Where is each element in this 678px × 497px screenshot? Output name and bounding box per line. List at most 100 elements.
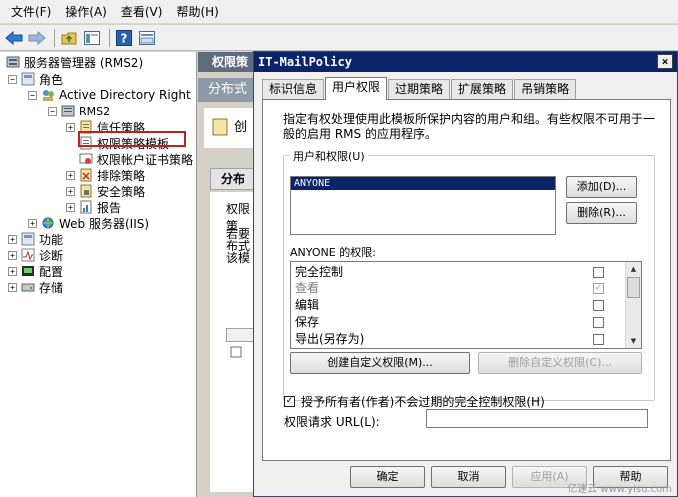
permission-row[interactable]: 保存 xyxy=(295,314,625,331)
properties-icon[interactable] xyxy=(137,28,157,48)
url-label: 权限请求 URL(L): xyxy=(284,415,380,429)
permissions-label: ANYONE 的权限: xyxy=(290,246,376,259)
tree-item-adrms[interactable]: − Active Directory Right xyxy=(28,87,191,103)
menu-file[interactable]: 文件(F) xyxy=(4,0,58,24)
ok-button[interactable]: 确定 xyxy=(350,466,425,488)
expand-icon[interactable]: + xyxy=(66,170,75,180)
tab-identification[interactable]: 标识信息 xyxy=(262,79,325,99)
section-text: 该模 xyxy=(226,251,251,265)
tree-item-iis[interactable]: + Web 服务器(IIS) xyxy=(28,215,149,231)
template-icon xyxy=(230,346,242,358)
tab-extended-policy[interactable]: 扩展策略 xyxy=(451,79,514,99)
expand-icon[interactable]: + xyxy=(66,202,75,212)
close-button[interactable]: × xyxy=(657,54,673,69)
list-header xyxy=(226,328,254,342)
permissions-list[interactable]: 完全控制 查看 ✓ 编辑 保存 导出(另存为) ▲ ▼ xyxy=(290,261,642,349)
info-icon xyxy=(212,118,228,136)
configuration-icon xyxy=(22,266,34,276)
tree-item-server-manager[interactable]: 服务器管理器 (RMS2) xyxy=(6,54,143,70)
reports-icon xyxy=(80,200,92,214)
permission-checkbox[interactable] xyxy=(593,267,604,278)
pane-subheader: 分布式 xyxy=(198,78,254,102)
forward-icon[interactable] xyxy=(27,28,47,48)
permission-row[interactable]: 编辑 xyxy=(295,297,625,314)
remove-button[interactable]: 删除(R)... xyxy=(566,202,637,224)
roles-icon xyxy=(21,72,35,86)
section-body: 权限策 若要 布式 该模 xyxy=(210,192,254,492)
tree-item-configuration[interactable]: + 配置 xyxy=(8,263,63,279)
tree-label: 服务器管理器 (RMS2) xyxy=(24,55,144,70)
permission-row[interactable]: 导出(另存为) xyxy=(295,331,625,348)
section-header: 分布式 xyxy=(210,168,254,206)
tree-item-diagnostics[interactable]: + 诊断 xyxy=(8,247,63,263)
collapse-icon[interactable]: − xyxy=(28,90,37,100)
menu-help[interactable]: 帮助(H) xyxy=(169,0,225,24)
permission-label: 查看 xyxy=(295,281,320,295)
users-list[interactable]: ANYONE xyxy=(290,176,556,235)
tree-item-features[interactable]: + 功能 xyxy=(8,231,63,247)
tree-item-reports[interactable]: + 报告 xyxy=(66,199,121,215)
permission-row[interactable]: 完全控制 xyxy=(295,264,625,281)
tree-item-rights-account-certificates[interactable]: 权限帐户证书策略 xyxy=(79,151,193,167)
list-item[interactable]: ANYONE xyxy=(291,177,555,190)
tree-label: 报告 xyxy=(97,200,122,215)
tree-item-security-policy[interactable]: + 安全策略 xyxy=(66,183,145,199)
up-folder-icon[interactable] xyxy=(59,28,79,48)
expand-icon[interactable]: + xyxy=(66,122,75,132)
tab-revocation-policy[interactable]: 吊销策略 xyxy=(514,79,577,99)
url-input[interactable] xyxy=(426,409,648,428)
expand-icon[interactable]: + xyxy=(66,186,75,196)
dialog-titlebar[interactable]: IT-MailPolicy × xyxy=(254,52,677,72)
security-policy-icon xyxy=(80,184,92,198)
tab-expiration-policy[interactable]: 过期策略 xyxy=(388,79,451,99)
menu-bar: 文件(F) 操作(A) 查看(V) 帮助(H) xyxy=(0,0,678,24)
grant-owner-checkbox[interactable]: ✓ xyxy=(284,396,295,407)
collapse-icon[interactable]: − xyxy=(48,106,57,116)
permission-checkbox[interactable] xyxy=(593,317,604,328)
expand-icon[interactable]: + xyxy=(8,250,17,260)
back-icon[interactable] xyxy=(4,28,24,48)
tree-item-roles[interactable]: − 角色 xyxy=(8,71,63,87)
permission-row[interactable]: 查看 ✓ xyxy=(295,280,625,297)
selection-highlight xyxy=(78,131,186,147)
expand-icon[interactable]: + xyxy=(8,234,17,244)
tree-item-storage[interactable]: + 存储 xyxy=(8,279,63,295)
description-text: 指定有权处理使用此模板所保护内容的用户和组。有些权限不可用于一般的启用 RMS … xyxy=(283,112,656,141)
tree-label: Web 服务器(IIS) xyxy=(59,216,150,231)
scroll-down-icon[interactable]: ▼ xyxy=(626,334,641,348)
tree-item-rms2[interactable]: − RMS2 xyxy=(48,103,110,119)
features-icon xyxy=(21,232,35,246)
permission-label: 导出(另存为) xyxy=(295,332,365,346)
create-custom-right-button[interactable]: 创建自定义权限(M)... xyxy=(290,352,470,374)
expand-icon[interactable]: + xyxy=(28,218,37,228)
grant-owner-row[interactable]: ✓ 授予所有者(作者)不会过期的完全控制权限(H) xyxy=(284,393,545,410)
tree-label: 诊断 xyxy=(39,248,64,263)
scroll-up-icon[interactable]: ▲ xyxy=(626,262,641,276)
help-icon[interactable]: ? xyxy=(114,28,134,48)
tab-strip: 标识信息 用户权限 过期策略 扩展策略 吊销策略 xyxy=(262,77,577,100)
expand-icon[interactable]: + xyxy=(8,266,17,276)
add-button[interactable]: 添加(D)... xyxy=(566,176,637,198)
info-text: 创 xyxy=(234,120,248,135)
server-manager-icon xyxy=(6,56,20,68)
tree-label: 功能 xyxy=(39,232,64,247)
permission-checkbox[interactable] xyxy=(593,334,604,345)
permission-label: 编辑 xyxy=(295,298,320,312)
expand-icon[interactable]: + xyxy=(8,282,17,292)
permissions-scrollbar[interactable]: ▲ ▼ xyxy=(625,262,641,348)
dialog-title: IT-MailPolicy xyxy=(258,55,352,69)
show-hide-tree-icon[interactable] xyxy=(82,28,102,48)
toolbar-separator xyxy=(54,28,55,47)
tab-user-rights[interactable]: 用户权限 xyxy=(325,77,388,100)
menu-action[interactable]: 操作(A) xyxy=(58,0,114,24)
scroll-thumb[interactable] xyxy=(627,277,640,298)
collapse-icon[interactable]: − xyxy=(8,74,17,84)
cancel-button[interactable]: 取消 xyxy=(431,466,506,488)
tree-label: 权限帐户证书策略 xyxy=(97,152,194,167)
menu-view[interactable]: 查看(V) xyxy=(114,0,170,24)
tree-item-exclusion-policy[interactable]: + 排除策略 xyxy=(66,167,145,183)
grant-owner-label: 授予所有者(作者)不会过期的完全控制权限(H) xyxy=(301,395,545,409)
permission-checkbox[interactable] xyxy=(593,300,604,311)
tree-label: 排除策略 xyxy=(97,168,146,183)
tree-label: Active Directory Right xyxy=(59,88,191,102)
